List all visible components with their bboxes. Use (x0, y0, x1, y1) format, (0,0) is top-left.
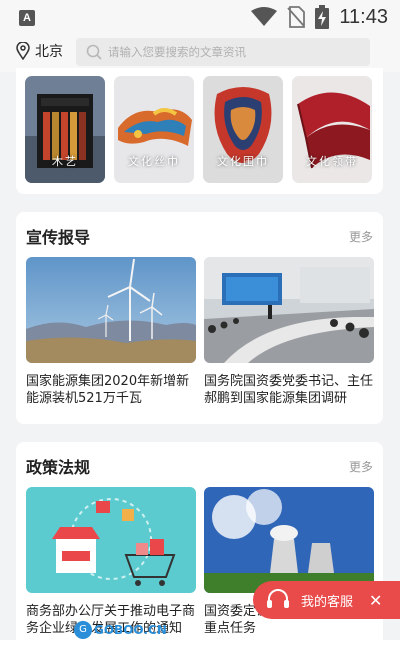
battery-charging-icon (315, 5, 330, 29)
propaganda-section: 宣传报导 更多 国家能源集团2020年新增新能源装机521万千瓦 国务院国资委党… (16, 212, 383, 424)
bottom-tab-bar (0, 640, 400, 650)
culture-item-label: 文化领带 (306, 155, 358, 168)
culture-item-wood-art[interactable]: 木艺 (25, 76, 105, 183)
search-input[interactable]: 请输入您要搜索的文章资讯 (76, 38, 370, 66)
customer-service-button[interactable]: 我的客服 ✕ (253, 581, 400, 619)
customer-service-label: 我的客服 (301, 594, 354, 610)
news-item[interactable]: 商务部办公厅关于推动电子商务企业绿色发展工作的通知 (26, 487, 196, 637)
meeting-room-image (204, 257, 374, 363)
top-bar: 北京 请输入您要搜索的文章资讯 (0, 34, 400, 72)
news-item[interactable]: 国务院国资委党委书记、主任郝鹏到国家能源集团调研 (204, 257, 374, 407)
culture-item-tie[interactable]: 文化领带 (292, 76, 372, 183)
culture-item-silk-scarf[interactable]: 文化丝巾 (114, 76, 194, 183)
section-title: 政策法规 (26, 458, 91, 477)
watermark: G GOBOO.CN (74, 620, 167, 640)
app-notification-icon: A (19, 10, 35, 26)
section-title: 宣传报导 (26, 228, 91, 247)
watermark-badge: G (74, 621, 92, 639)
culture-item-scarf[interactable]: 文化围巾 (203, 76, 283, 183)
culture-item-label: 木艺 (52, 155, 78, 168)
location-pin-icon (16, 42, 30, 60)
news-item[interactable]: 国家能源集团2020年新增新能源装机521万千瓦 (26, 257, 196, 407)
wifi-icon (251, 7, 278, 26)
more-link[interactable]: 更多 (349, 228, 373, 245)
close-icon[interactable]: ✕ (369, 591, 382, 610)
status-bar: A 11:43 (0, 0, 400, 34)
headset-icon (267, 589, 289, 608)
culture-item-label: 文化围巾 (217, 155, 269, 168)
news-title: 国务院国资委党委书记、主任郝鹏到国家能源集团调研 (204, 374, 374, 406)
location-label: 北京 (35, 44, 63, 60)
wind-turbines-image (26, 257, 196, 363)
power-plant-image (204, 487, 374, 593)
no-sim-icon (287, 6, 306, 28)
culture-item-label: 文化丝巾 (128, 155, 180, 168)
location-selector[interactable]: 北京 (16, 40, 63, 62)
search-placeholder: 请输入您要搜索的文章资讯 (108, 45, 246, 59)
clock: 11:43 (339, 5, 388, 28)
search-icon (86, 44, 102, 60)
more-link[interactable]: 更多 (349, 458, 373, 475)
watermark-text: GOBOO.CN (94, 623, 167, 637)
ecommerce-illustration-image (26, 487, 196, 593)
news-title: 国家能源集团2020年新增新能源装机521万千瓦 (26, 374, 190, 406)
culture-products-card: 木艺 文化丝巾 文化围巾 文化领带 (16, 68, 383, 194)
